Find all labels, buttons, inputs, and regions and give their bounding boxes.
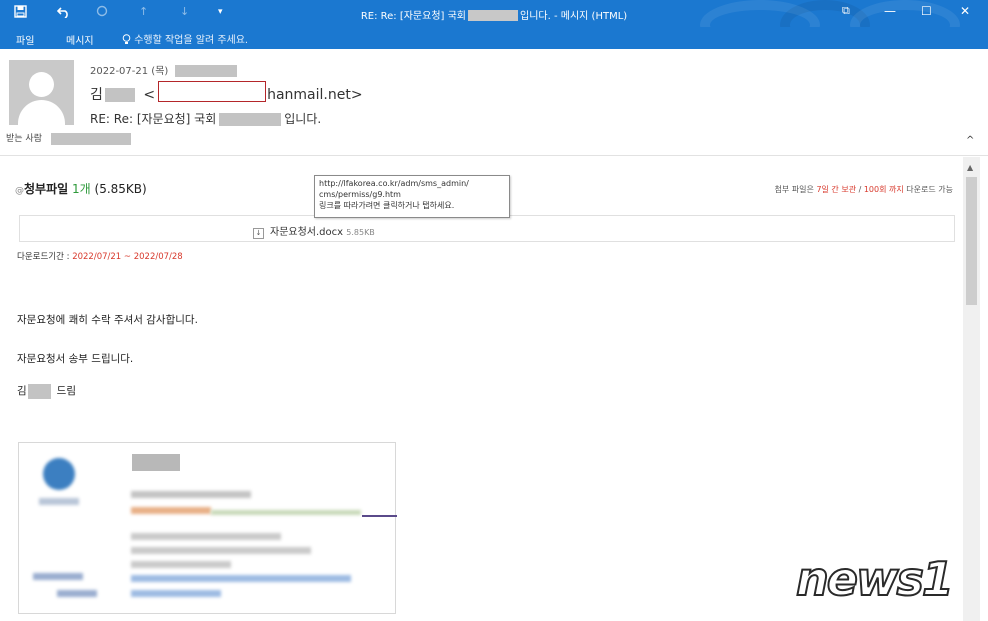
subject-suffix: 입니다. [284, 112, 322, 126]
vertical-scrollbar[interactable]: ▲ [963, 157, 980, 621]
tooltip-url-line2: cms/permiss/g9.htm [319, 190, 401, 199]
window-title-prefix: RE: Re: [자문요청] 국회 [360, 11, 467, 22]
attachment-box: ↓ 자문요청서.docx 5.85KB [19, 215, 955, 242]
redaction-block [219, 113, 282, 126]
redaction-block [27, 383, 51, 399]
sender-avatar [9, 60, 74, 125]
body-line-sending: 자문요청서 송부 드립니다. [17, 353, 134, 365]
scrollbar-thumb[interactable] [966, 177, 977, 305]
signature-divider [362, 515, 397, 517]
note-suffix: 다운로드 가능 [903, 185, 953, 194]
attachment-file-link[interactable]: ↓ 자문요청서.docx 5.85KB [253, 223, 375, 239]
blurred-text [131, 533, 281, 540]
note-separator: / [856, 185, 864, 194]
news1-watermark: news1 [795, 551, 955, 607]
sender-initial: 김 [90, 87, 103, 103]
download-icon[interactable]: ↓ [253, 228, 264, 239]
avatar-head [29, 72, 54, 97]
attachment-retention-note: 첨부 파일은 7일 간 보관 / 100회 까지 다운로드 가능 [775, 184, 953, 195]
maximize-button[interactable]: ☐ [921, 4, 932, 18]
lightbulb-icon [122, 34, 134, 46]
closing-initial: 김 [17, 385, 27, 397]
attachment-total-size: (5.85KB) [94, 182, 147, 196]
message-subject: RE: Re: [자문요청] 국회 입니다. [90, 110, 321, 127]
recipient-line: 받는 사람 [6, 131, 131, 145]
to-label: 받는 사람 [6, 134, 42, 144]
sender-email-domain: hanmail.net> [267, 87, 363, 103]
date-text: 2022-07-21 (목) [90, 66, 169, 77]
blurred-text [131, 491, 251, 498]
attachment-file-name[interactable]: 자문요청서.docx [270, 227, 343, 238]
ribbon-tab-bar: 파일 메시지 수행할 작업을 알려 주세요. [0, 27, 988, 49]
message-header: 2022-07-21 (목) 김 < hanmail.net> RE: Re: [… [0, 49, 988, 156]
collapse-header-icon[interactable]: ^ [966, 135, 974, 146]
blurred-text [211, 510, 361, 515]
period-label: 다운로드기간 : [17, 252, 73, 262]
attachment-icon: @ [15, 186, 24, 196]
signature-card [18, 442, 397, 614]
ribbon-display-options-icon[interactable]: ⧉ [842, 4, 850, 18]
close-button[interactable]: ✕ [960, 4, 970, 18]
body-line-thanks: 자문요청에 쾌히 수락 주셔서 감사합니다. [17, 314, 198, 326]
window-title: RE: Re: [자문요청] 국회 입니다. - 메시지 (HTML) [0, 7, 988, 22]
tab-file[interactable]: 파일 [16, 32, 34, 47]
tooltip-hint: 링크를 따라가려면 클릭하거나 탭하세요. [319, 201, 455, 210]
blurred-text [57, 590, 97, 597]
redaction-block [175, 65, 238, 77]
email-message-window: ↑ ↓ ▾ RE: Re: [자문요청] 국회 입니다. - 메시지 (HTML)… [0, 0, 988, 621]
attachment-header: @청부파일 1개 (5.85KB) [15, 180, 147, 197]
blurred-text [131, 547, 311, 554]
period-value: 2022/07/21 ~ 2022/07/28 [72, 252, 183, 262]
note-times: 100회 까지 [863, 185, 904, 194]
redaction-block[interactable] [50, 132, 131, 145]
email-open-bracket: < [143, 87, 156, 103]
attachment-count: 1개 [72, 182, 91, 196]
blurred-link[interactable] [131, 590, 221, 597]
closing-suffix: 드림 [56, 385, 76, 397]
redaction-block [132, 454, 180, 471]
highlight-box [158, 81, 266, 102]
redaction-block [104, 88, 135, 102]
attachment-file-size: 5.85KB [346, 228, 375, 237]
blurred-text [39, 498, 79, 505]
attachment-title: 청부파일 [24, 182, 69, 196]
title-bar: ↑ ↓ ▾ RE: Re: [자문요청] 국회 입니다. - 메시지 (HTML)… [0, 0, 988, 50]
note-days: 7일 간 보관 [816, 185, 857, 194]
blurred-link[interactable] [131, 575, 351, 582]
tell-me-text: 수행할 작업을 알려 주세요. [134, 35, 249, 46]
link-tooltip: http://lfakorea.co.kr/adm/sms_admin/ cms… [314, 175, 510, 218]
tab-message[interactable]: 메시지 [66, 32, 94, 47]
blurred-text [33, 573, 83, 580]
blurred-text [131, 507, 211, 514]
avatar-body [18, 100, 65, 125]
subject-prefix: RE: Re: [자문요청] 국회 [90, 112, 217, 126]
tell-me-search[interactable]: 수행할 작업을 알려 주세요. [122, 31, 248, 46]
note-prefix: 첨부 파일은 [774, 185, 817, 194]
redaction-block [468, 10, 519, 21]
blurred-text [131, 561, 231, 568]
scroll-up-icon[interactable]: ▲ [967, 163, 973, 172]
tooltip-url-line1: http://lfakorea.co.kr/adm/sms_admin/ [319, 179, 469, 188]
minimize-button[interactable]: — [884, 4, 896, 18]
download-period: 다운로드기간 : 2022/07/21 ~ 2022/07/28 [17, 250, 183, 262]
body-closing: 김 드림 [17, 383, 76, 399]
organization-logo [43, 458, 75, 490]
window-title-suffix: 입니다. - 메시지 (HTML) [520, 11, 628, 22]
message-date: 2022-07-21 (목) [90, 62, 238, 77]
